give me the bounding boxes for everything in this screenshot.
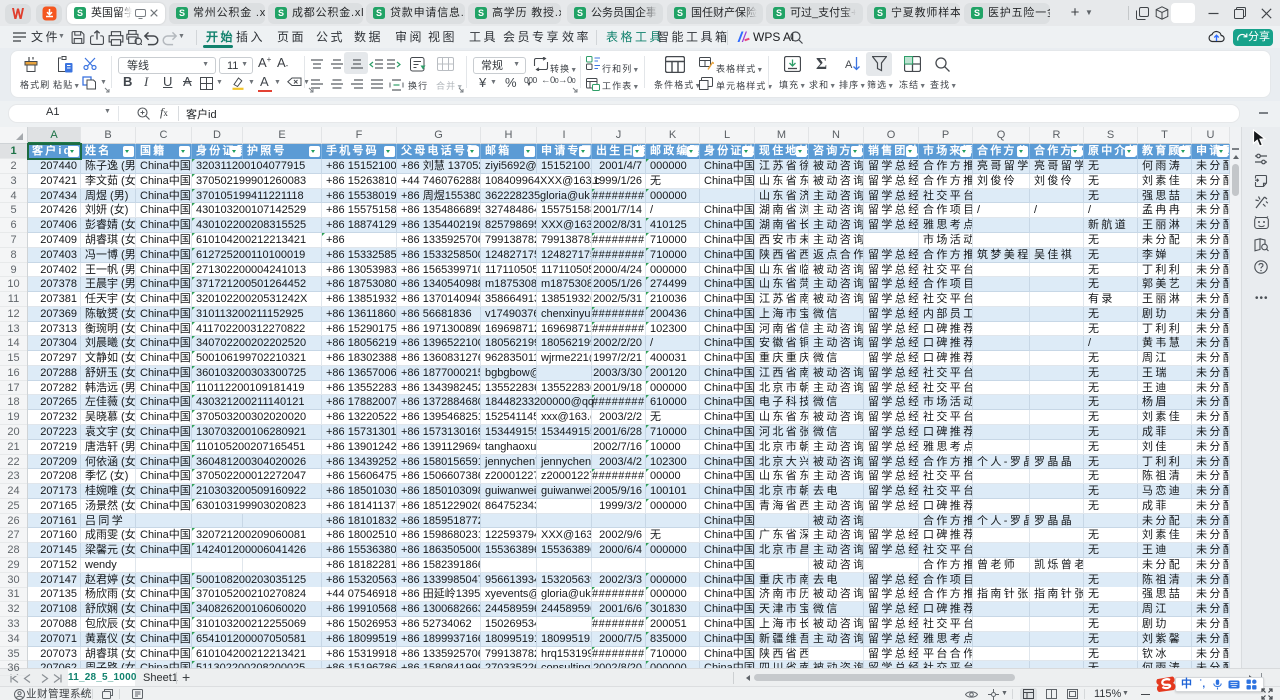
svg-text:A: A: [845, 59, 853, 71]
